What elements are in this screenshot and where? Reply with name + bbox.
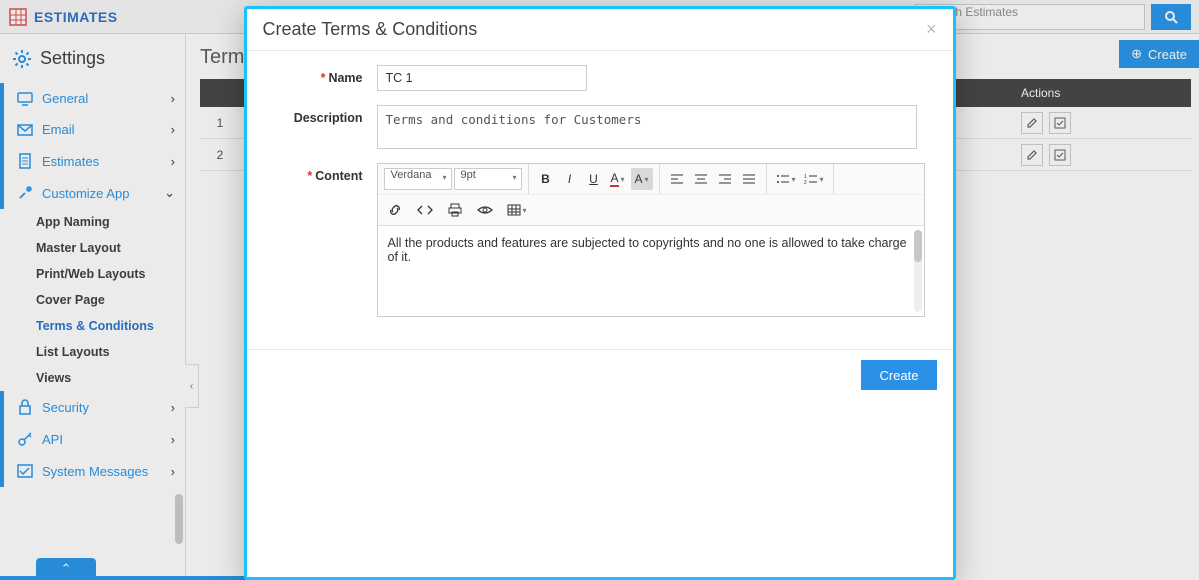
name-input[interactable] [377, 65, 587, 91]
bullet-list-button[interactable]: ▾ [773, 168, 799, 190]
numbered-list-button[interactable]: 12▾ [801, 168, 827, 190]
editor-scrollbar[interactable] [914, 230, 922, 312]
description-label: Description [294, 111, 363, 125]
text-color-button[interactable]: A▾ [607, 168, 629, 190]
code-button[interactable] [414, 199, 436, 221]
name-label: Name [328, 71, 362, 85]
modal-title: Create Terms & Conditions [263, 19, 478, 40]
rich-text-editor: Verdana▾ 9pt▾ B I U A▾ A▾ [377, 163, 925, 317]
content-label: Content [315, 169, 362, 183]
description-textarea[interactable]: Terms and conditions for Customers [377, 105, 917, 149]
modal-overlay: Create Terms & Conditions × *Name Descri… [0, 0, 1199, 580]
font-family-select[interactable]: Verdana▾ [384, 168, 452, 190]
table-button[interactable]: ▾ [504, 199, 530, 221]
highlight-color-button[interactable]: A▾ [631, 168, 653, 190]
create-submit-button[interactable]: Create [861, 360, 936, 390]
print-button[interactable] [444, 199, 466, 221]
align-justify-button[interactable] [738, 168, 760, 190]
bold-button[interactable]: B [535, 168, 557, 190]
link-button[interactable] [384, 199, 406, 221]
underline-button[interactable]: U [583, 168, 605, 190]
align-left-button[interactable] [666, 168, 688, 190]
align-center-button[interactable] [690, 168, 712, 190]
create-terms-modal: Create Terms & Conditions × *Name Descri… [244, 6, 956, 580]
preview-button[interactable] [474, 199, 496, 221]
editor-content[interactable]: All the products and features are subjec… [378, 226, 924, 316]
font-size-select[interactable]: 9pt▾ [454, 168, 522, 190]
align-right-button[interactable] [714, 168, 736, 190]
italic-button[interactable]: I [559, 168, 581, 190]
svg-text:2: 2 [804, 180, 807, 185]
close-icon[interactable]: × [926, 19, 937, 40]
